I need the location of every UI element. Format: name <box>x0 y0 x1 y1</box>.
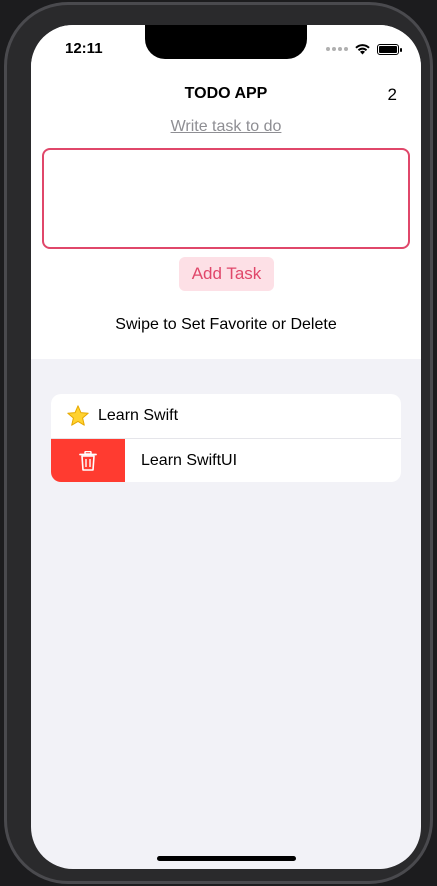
device-notch <box>145 25 307 59</box>
header-area: 12:11 TODO APP 2 Write task to do Add Ta… <box>31 25 421 359</box>
status-time: 12:11 <box>65 40 103 57</box>
device-frame: 12:11 TODO APP 2 Write task to do Add Ta… <box>4 2 433 884</box>
task-count: 2 <box>387 85 397 104</box>
task-input-field[interactable] <box>42 148 410 249</box>
task-row-learn-swiftui[interactable]: Learn SwiftUI <box>51 438 401 482</box>
task-list: Learn Swift Learn SwiftUI <box>51 394 401 482</box>
wifi-icon <box>355 44 370 55</box>
task-label: Learn SwiftUI <box>141 451 238 469</box>
app-title: TODO APP <box>184 85 268 102</box>
task-row-learn-swift[interactable]: Learn Swift <box>51 394 401 438</box>
status-icons <box>326 43 402 55</box>
delete-swipe-button[interactable] <box>51 438 125 482</box>
trash-icon <box>79 450 97 471</box>
battery-icon <box>377 43 402 55</box>
star-icon <box>67 405 89 426</box>
task-label: Learn Swift <box>98 407 179 424</box>
app-screen: 12:11 TODO APP 2 Write task to do Add Ta… <box>31 25 421 869</box>
home-indicator[interactable] <box>157 856 296 861</box>
write-task-label: Write task to do <box>170 118 282 135</box>
cellular-signal-icon <box>326 47 348 51</box>
swipe-hint: Swipe to Set Favorite or Delete <box>115 316 337 333</box>
add-task-button[interactable]: Add Task <box>179 257 274 291</box>
